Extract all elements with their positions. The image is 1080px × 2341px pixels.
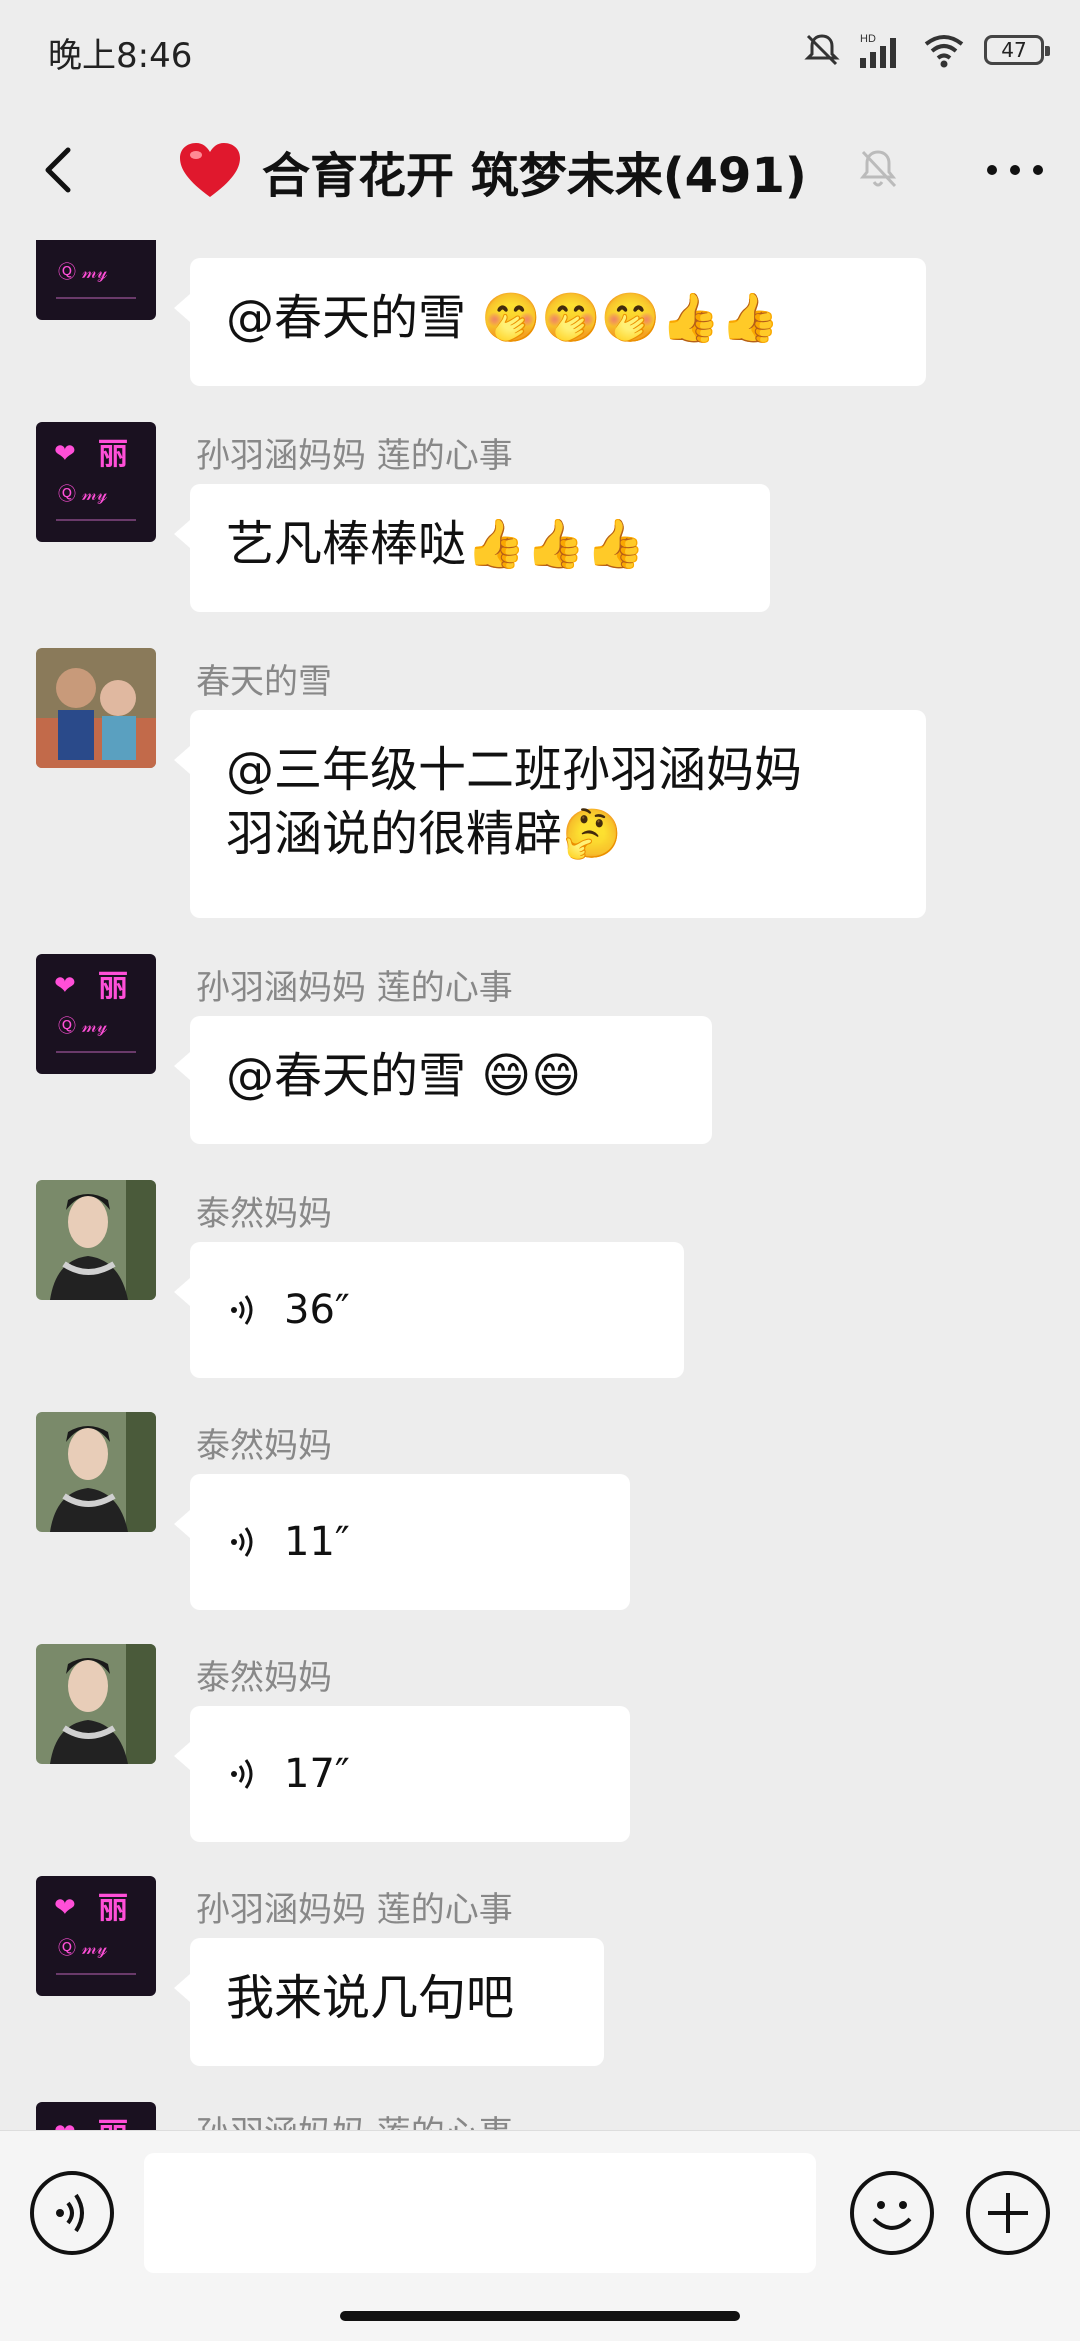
svg-text:丽: 丽 xyxy=(98,2117,128,2130)
svg-text:Ⓠ 𝓂𝓎: Ⓠ 𝓂𝓎 xyxy=(58,1938,108,1959)
chat-header: 合育花开 筑梦未来(491) xyxy=(0,100,1080,240)
avatar-li-neon[interactable]: ❤ 丽 xyxy=(36,2102,156,2130)
sender-name: 孙羽涵妈妈 莲的心事 xyxy=(196,436,513,476)
message-bubble[interactable]: 我来说几句吧 xyxy=(174,1938,604,2066)
avatar-kids-photo[interactable] xyxy=(36,648,156,768)
chat-title-text: 合育花开 筑梦未来(491) xyxy=(262,148,807,204)
avatar-li-neon[interactable]: ❤ 丽 Ⓠ 𝓂𝓎 xyxy=(36,1876,156,1996)
voice-wave-icon xyxy=(231,1759,253,1789)
composer-bar xyxy=(0,2130,1080,2341)
voice-duration: 36″ xyxy=(284,1287,350,1333)
chat-title[interactable]: 合育花开 筑梦未来(491) xyxy=(178,136,807,206)
home-indicator[interactable] xyxy=(340,2311,740,2321)
message-bubble[interactable]: 艺凡棒棒哒👍👍👍 xyxy=(174,484,770,612)
svg-text:HD: HD xyxy=(860,33,876,45)
more-options-icon[interactable] xyxy=(980,142,1050,198)
plus-icon xyxy=(988,2193,1028,2233)
message-text-line: @三年级十二班孙羽涵妈妈 xyxy=(226,742,803,798)
status-time: 晚上8:46 xyxy=(48,36,193,76)
message-bubble[interactable]: @三年级十二班孙羽涵妈妈 羽涵说的很精辟🤔 xyxy=(174,710,926,918)
message-text: 艺凡棒棒哒👍👍👍 xyxy=(226,516,646,572)
sender-name: 孙羽涵妈妈 莲的心事 xyxy=(196,968,513,1008)
smiley-icon xyxy=(872,2201,912,2230)
battery-level: 47 xyxy=(1001,38,1027,62)
svg-text:丽: 丽 xyxy=(98,969,128,1004)
svg-text:❤: ❤ xyxy=(54,2119,76,2130)
avatar-woman-photo[interactable] xyxy=(36,1644,156,1764)
signal-icon: HD xyxy=(860,33,896,68)
sender-name: 泰然妈妈 xyxy=(196,1426,332,1466)
sender-name: 泰然妈妈 xyxy=(196,1194,332,1234)
message-text: @春天的雪 😄😄 xyxy=(226,1048,582,1104)
message-bubble[interactable]: @春天的雪 😄😄 xyxy=(174,1016,712,1144)
svg-text:Ⓠ 𝓂𝓎: Ⓠ 𝓂𝓎 xyxy=(58,484,108,505)
avatar-li-neon[interactable]: ❤ 丽 Ⓠ 𝓂𝓎 xyxy=(36,954,156,1074)
more-actions-button[interactable] xyxy=(966,2171,1050,2255)
message-bubble[interactable]: @春天的雪 🤭🤭🤭👍👍 xyxy=(174,258,926,386)
avatar-woman-photo[interactable] xyxy=(36,1180,156,1300)
voice-icon xyxy=(56,2193,84,2233)
message-text: 我来说几句吧 xyxy=(226,1970,515,2026)
sender-name: 孙羽涵妈妈 莲的心事 xyxy=(196,2106,513,2130)
avatar-woman-photo[interactable] xyxy=(36,1412,156,1532)
svg-text:❤: ❤ xyxy=(54,971,76,1001)
sender-name: 春天的雪 xyxy=(196,662,332,702)
voice-duration: 11″ xyxy=(284,1519,350,1565)
avatar-li-neon[interactable]: ❤ 丽 Ⓠ 𝓂𝓎 xyxy=(36,422,156,542)
voice-message-bubble[interactable]: 36″ xyxy=(174,1242,684,1378)
muted-bell-icon xyxy=(859,150,897,188)
wifi-icon xyxy=(924,35,964,68)
heart-icon xyxy=(180,143,240,197)
voice-wave-icon xyxy=(231,1295,253,1325)
svg-text:❤: ❤ xyxy=(54,1893,76,1923)
svg-text:Ⓠ 𝓂𝓎: Ⓠ 𝓂𝓎 xyxy=(58,1016,108,1037)
emoji-button[interactable] xyxy=(850,2171,934,2255)
avatar-li-neon[interactable]: Ⓠ 𝓂𝓎 xyxy=(36,240,156,320)
voice-wave-icon xyxy=(231,1527,253,1557)
svg-text:Ⓠ 𝓂𝓎: Ⓠ 𝓂𝓎 xyxy=(58,262,108,283)
sender-name: 泰然妈妈 xyxy=(196,1658,332,1698)
battery-icon: 47 xyxy=(984,35,1050,65)
voice-input-toggle[interactable] xyxy=(30,2171,114,2255)
svg-text:丽: 丽 xyxy=(98,1891,128,1926)
sender-name: 孙羽涵妈妈 莲的心事 xyxy=(196,1890,513,1930)
status-bar: 晚上8:46 HD 47 xyxy=(0,0,1080,100)
status-icons: HD 47 xyxy=(802,28,1050,72)
voice-message-bubble[interactable]: 17″ xyxy=(174,1706,630,1842)
message-input[interactable] xyxy=(144,2153,816,2273)
message-list[interactable]: Ⓠ 𝓂𝓎 @春天的雪 🤭🤭🤭👍👍 ❤ 丽 Ⓠ 𝓂𝓎 孙羽涵妈妈 莲的心事 艺凡棒… xyxy=(0,240,1080,2130)
voice-duration: 17″ xyxy=(284,1751,350,1797)
svg-text:❤: ❤ xyxy=(54,439,76,469)
message-text: @春天的雪 🤭🤭🤭👍👍 xyxy=(226,290,781,346)
back-icon[interactable] xyxy=(30,140,90,200)
message-text-line: 羽涵说的很精辟🤔 xyxy=(226,806,622,862)
voice-message-bubble[interactable]: 11″ xyxy=(174,1474,630,1610)
mute-notification-icon xyxy=(804,34,840,66)
svg-text:丽: 丽 xyxy=(98,437,128,472)
